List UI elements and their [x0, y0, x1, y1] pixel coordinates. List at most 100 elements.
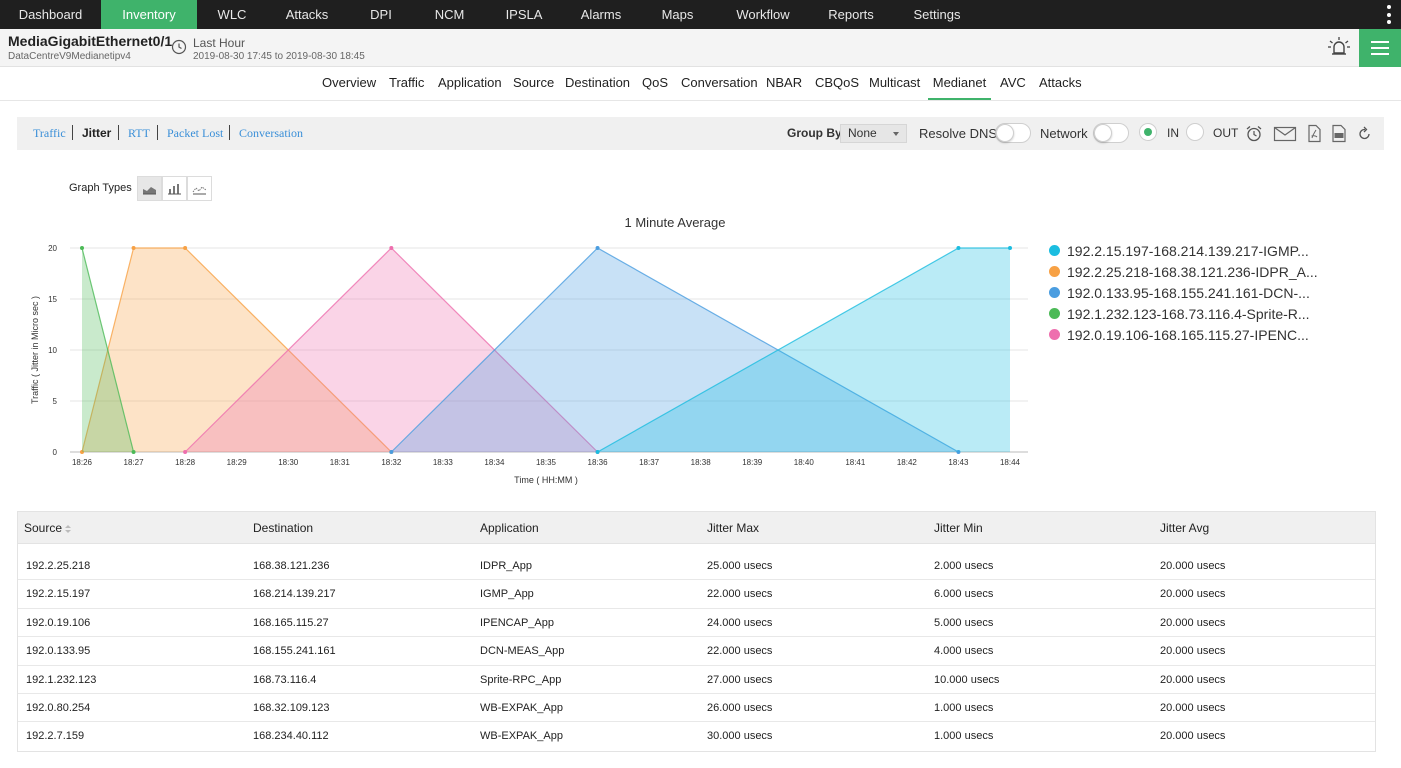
legend-label: 192.2.25.218-168.38.121.236-IDPR_A... [1067, 263, 1318, 280]
cell-jitter-min: 2.000 usecs [934, 560, 994, 572]
nav-maps[interactable]: Maps [638, 0, 717, 29]
pdf-export-icon[interactable] [1304, 124, 1324, 143]
cell-jitter-max: 26.000 usecs [707, 701, 773, 714]
line-chart-button[interactable] [187, 176, 212, 201]
legend-item[interactable]: 192.2.25.218-168.38.121.236-IDPR_A... [1049, 261, 1318, 282]
tab-qos[interactable]: QoS [642, 67, 668, 100]
separator [157, 125, 158, 140]
network-toggle[interactable] [1093, 123, 1129, 143]
table-row[interactable]: 192.0.19.106 168.165.115.27 IPENCAP_App 24.… [18, 609, 1375, 638]
table-row[interactable]: 192.2.15.197 168.214.139.217 IGMP_App 22.00… [18, 580, 1375, 609]
tab-traffic[interactable]: Traffic [389, 67, 424, 100]
data-point [183, 246, 188, 250]
nav-reports[interactable]: Reports [809, 0, 893, 29]
cell-source: 192.0.80.254 [26, 701, 91, 714]
bar-chart-button[interactable] [162, 176, 187, 201]
nav-wlc[interactable]: WLC [197, 0, 267, 29]
tab-multicast[interactable]: Multicast [869, 67, 920, 100]
email-icon[interactable] [1273, 124, 1297, 143]
link-rtt[interactable]: RTT [128, 126, 150, 141]
legend-item[interactable]: 192.0.133.95-168.155.241.161-DCN-... [1049, 282, 1318, 303]
tab-medianet[interactable]: Medianet [928, 67, 991, 100]
tab-avc[interactable]: AVC [1000, 67, 1026, 100]
period-label[interactable]: Last Hour [193, 36, 245, 50]
data-point [595, 246, 600, 250]
csv-export-icon[interactable] [1329, 124, 1349, 143]
table-row[interactable]: 192.0.80.254 168.32.109.123 WB-EXPAK_App 26… [18, 694, 1375, 723]
cell-source: 192.2.15.197 [26, 588, 91, 601]
table-row[interactable]: 192.2.7.159 168.234.40.112 WB-EXPAK_App 30.… [18, 722, 1375, 750]
link-conversation[interactable]: Conversation [239, 126, 303, 141]
column-header-jitter-max[interactable]: Jitter Max [707, 521, 759, 535]
cell-application: IDPR_App [480, 560, 532, 572]
tab-nbar[interactable]: NBAR [766, 67, 802, 100]
x-tick-label: 18:33 [433, 458, 454, 467]
tab-cbqos[interactable]: CBQoS [815, 67, 859, 100]
legend-item[interactable]: 192.0.19.106-168.165.115.27-IPENC... [1049, 324, 1318, 345]
cell-jitter-max: 30.000 usecs [707, 730, 773, 743]
nav-alarms[interactable]: Alarms [564, 0, 638, 29]
link-traffic[interactable]: Traffic [33, 126, 66, 141]
column-header-destination[interactable]: Destination [253, 521, 313, 535]
data-point [1008, 246, 1012, 250]
separator [229, 125, 230, 140]
table-row[interactable]: 192.2.25.218 168.38.121.236 IDPR_App 25.000… [18, 552, 1375, 581]
sort-icon[interactable] [65, 524, 72, 533]
data-point [183, 450, 188, 454]
cell-jitter-avg: 20.000 usecs [1160, 560, 1226, 572]
nav-settings[interactable]: Settings [893, 0, 981, 29]
cell-jitter-avg: 20.000 usecs [1160, 701, 1226, 714]
resolve-dns-toggle[interactable] [995, 123, 1031, 143]
nav-ipsla[interactable]: IPSLA [484, 0, 564, 29]
nav-inventory[interactable]: Inventory [101, 0, 197, 29]
legend-swatch [1049, 287, 1060, 298]
x-tick-label: 18:34 [484, 458, 505, 467]
clock-icon[interactable] [171, 39, 187, 55]
group-by-value: None [848, 126, 877, 140]
nav-ncm[interactable]: NCM [415, 0, 484, 29]
network-label: Network [1040, 126, 1088, 141]
column-header-jitter-min[interactable]: Jitter Min [934, 521, 983, 535]
cell-jitter-min: 10.000 usecs [934, 673, 1000, 686]
refresh-icon[interactable] [1357, 124, 1373, 143]
nav-dpi[interactable]: DPI [347, 0, 415, 29]
nav-workflow[interactable]: Workflow [717, 0, 809, 29]
data-point [131, 450, 136, 454]
x-tick-label: 18:30 [278, 458, 299, 467]
cell-jitter-avg: 20.000 usecs [1160, 645, 1226, 658]
tab-attacks[interactable]: Attacks [1039, 67, 1082, 100]
y-tick-label: 15 [48, 295, 57, 304]
out-radio[interactable] [1186, 123, 1204, 141]
column-header-application[interactable]: Application [480, 521, 539, 535]
link-packet-lost[interactable]: Packet Lost [167, 126, 223, 141]
tab-source[interactable]: Source [513, 67, 554, 100]
table-row[interactable]: 192.0.133.95 168.155.241.161 DCN-MEAS_App 2… [18, 637, 1375, 666]
in-radio[interactable] [1139, 123, 1157, 141]
column-header-jitter-avg[interactable]: Jitter Avg [1160, 521, 1209, 535]
device-subtitle: DataCentreV9Medianetipv4 [8, 51, 131, 62]
nav-attacks[interactable]: Attacks [267, 0, 347, 29]
tab-overview[interactable]: Overview [322, 67, 376, 100]
link-jitter[interactable]: Jitter [82, 126, 111, 140]
x-tick-label: 18:28 [175, 458, 196, 467]
data-point [80, 246, 84, 250]
more-options-icon[interactable] [1385, 5, 1393, 24]
legend-item[interactable]: 192.1.232.123-168.73.116.4-Sprite-R... [1049, 303, 1318, 324]
alarm-icon[interactable] [1327, 36, 1351, 58]
data-point [389, 450, 394, 454]
tab-application[interactable]: Application [438, 67, 502, 100]
tab-conversation[interactable]: Conversation [681, 67, 758, 100]
hamburger-menu-icon[interactable] [1359, 29, 1401, 67]
nav-dashboard[interactable]: Dashboard [0, 0, 101, 29]
schedule-icon[interactable] [1244, 124, 1264, 143]
area-chart-button[interactable] [137, 176, 162, 201]
cell-jitter-min: 4.000 usecs [934, 645, 994, 658]
resolve-dns-label: Resolve DNS [919, 126, 998, 141]
group-by-select[interactable]: None [840, 124, 907, 143]
legend-item[interactable]: 192.2.15.197-168.214.139.217-IGMP... [1049, 240, 1318, 261]
column-header-source[interactable]: Source [24, 521, 72, 535]
legend-label: 192.1.232.123-168.73.116.4-Sprite-R... [1067, 305, 1310, 322]
table-row[interactable]: 192.1.232.123 168.73.116.4 Sprite-RPC_App 2… [18, 666, 1375, 694]
tab-destination[interactable]: Destination [565, 67, 630, 100]
cell-destination: 168.234.40.112 [253, 730, 329, 743]
